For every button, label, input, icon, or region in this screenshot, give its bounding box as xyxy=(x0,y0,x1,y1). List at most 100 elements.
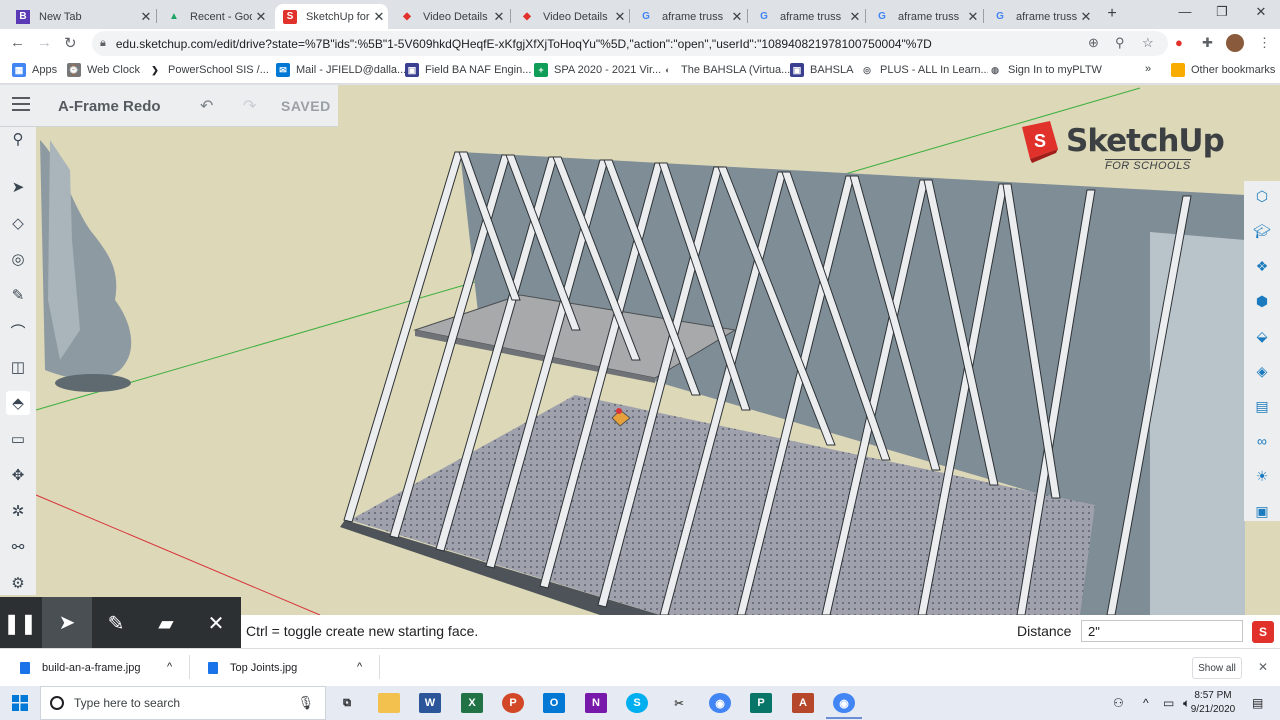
arc-tool-icon[interactable]: ⌒ xyxy=(6,319,30,343)
close-tab-icon[interactable]: ✕ xyxy=(252,9,270,25)
close-tab-icon[interactable]: ✕ xyxy=(370,9,388,25)
close-tab-icon[interactable]: ✕ xyxy=(728,9,746,25)
distance-input[interactable] xyxy=(1081,620,1243,642)
bookmark-apps[interactable]: ▦ Apps xyxy=(12,63,57,77)
move-tool-icon[interactable]: ✥ xyxy=(6,463,30,487)
close-icon[interactable]: ✕ xyxy=(201,610,231,636)
tab-sketchup[interactable]: S SketchUp for S ✕ xyxy=(275,4,388,29)
excel-icon[interactable]: X xyxy=(461,693,483,713)
paint-bucket-icon[interactable]: ◎ xyxy=(6,247,30,271)
tray-chevron-icon[interactable]: ^ xyxy=(1143,696,1149,710)
powerpoint-icon[interactable]: P xyxy=(502,693,524,713)
extensions-puzzle-icon[interactable]: ✚ xyxy=(1202,35,1213,51)
instructor-icon[interactable]: 🎓︎ xyxy=(1251,220,1273,242)
bookmark-mail[interactable]: ✉ Mail - JFIELD@dalla... xyxy=(276,63,406,77)
forward-icon[interactable]: → xyxy=(37,34,52,51)
close-tab-icon[interactable]: ✕ xyxy=(137,9,155,25)
download-item[interactable]: build-an-a-frame.jpg xyxy=(20,662,140,674)
publisher-icon[interactable]: P xyxy=(750,693,772,713)
network-icon[interactable]: ▭ xyxy=(1163,696,1174,710)
pencil-tool-icon[interactable]: ✎ xyxy=(6,283,30,307)
pen-icon[interactable]: ✎ xyxy=(101,610,131,636)
tab-aframe-truss-2[interactable]: G aframe truss ✕ xyxy=(749,4,864,29)
undo-icon[interactable]: ↶ xyxy=(200,96,213,116)
taskbar-search[interactable]: Type here to search 🎙︎ xyxy=(40,686,326,720)
tape-measure-icon[interactable]: ⚯ xyxy=(6,535,30,559)
new-tab-icon[interactable]: + xyxy=(1102,5,1122,23)
microphone-icon[interactable]: 🎙︎ xyxy=(297,695,314,711)
people-icon[interactable]: ⚇ xyxy=(1113,696,1124,710)
rotate-tool-icon[interactable]: ✲ xyxy=(6,499,30,523)
chrome-active-icon[interactable]: ◉ xyxy=(833,693,855,713)
hamburger-menu-icon[interactable] xyxy=(12,97,30,115)
close-window-icon[interactable]: ✕ xyxy=(1251,4,1271,20)
bookmark-bahsla[interactable]: ▣ BAHSLA xyxy=(790,63,853,77)
skype-icon[interactable]: S xyxy=(626,693,648,713)
solar-icon[interactable]: ☀ xyxy=(1251,465,1273,487)
highlighter-icon[interactable]: ▰ xyxy=(151,610,181,636)
tab-video-details-1[interactable]: ◆ Video Details ✕ xyxy=(392,4,508,29)
sketchup-corner-icon[interactable]: S xyxy=(1252,621,1274,643)
tab-recent-google-drive[interactable]: ▲ Recent - Goog ✕ xyxy=(159,4,270,29)
tags-icon[interactable]: ◈ xyxy=(1251,360,1273,382)
access-icon[interactable]: A xyxy=(792,693,814,713)
notifications-icon[interactable]: ▤ xyxy=(1252,696,1263,710)
show-all-button[interactable]: Show all xyxy=(1192,657,1242,679)
bookmark-field-ba[interactable]: ▣ Field BA NAF Engin... xyxy=(405,63,531,77)
eraser-tool-icon[interactable]: ◇ xyxy=(6,211,30,235)
entity-info-icon[interactable]: ⬡ xyxy=(1251,185,1273,207)
sketchup-viewport[interactable]: A-Frame Redo ↶ ↷ SAVED ⚲ ➤ ◇ ◎ ✎ ⌒ ◫ ⬘ ▭… xyxy=(0,85,1280,615)
push-pull-tool-icon[interactable]: ⬘ xyxy=(6,391,30,415)
minimize-icon[interactable]: — xyxy=(1175,4,1195,19)
maximize-icon[interactable]: ❐ xyxy=(1212,4,1232,20)
word-icon[interactable]: W xyxy=(419,693,441,713)
model-title[interactable]: A-Frame Redo xyxy=(58,98,161,115)
tab-aframe-truss-1[interactable]: G aframe truss ✕ xyxy=(631,4,746,29)
close-tab-icon[interactable]: ✕ xyxy=(846,9,864,25)
snipping-tool-icon[interactable]: ✂ xyxy=(668,693,690,713)
tab-aframe-truss-4[interactable]: G aframe truss ✕ xyxy=(985,4,1095,29)
tab-aframe-truss-3[interactable]: G aframe truss ✕ xyxy=(867,4,982,29)
orbit-tool-icon[interactable]: ⚙ xyxy=(6,571,30,595)
file-explorer-icon[interactable] xyxy=(378,693,400,713)
bookmark-spa[interactable]: + SPA 2020 - 2021 Vir... xyxy=(534,63,661,77)
outliner-icon[interactable]: ▣ xyxy=(1251,500,1273,522)
menu-dots-icon[interactable]: ⋮ xyxy=(1258,35,1271,51)
bookmark-plus[interactable]: ◎ PLUS - ALL In Learn... xyxy=(860,63,990,77)
close-tab-icon[interactable]: ✕ xyxy=(964,9,982,25)
bookmark-star-icon[interactable]: ☆ xyxy=(1142,35,1154,51)
close-tab-icon[interactable]: ✕ xyxy=(611,9,629,25)
display-glasses-icon[interactable]: ∞ xyxy=(1251,430,1273,452)
chrome-icon[interactable]: ◉ xyxy=(709,693,731,713)
search-icon[interactable]: ⚲ xyxy=(6,127,30,151)
address-bar[interactable]: 🔒︎ edu.sketchup.com/edit/drive?state=%7B… xyxy=(92,31,1168,56)
materials-icon[interactable]: ⬢ xyxy=(1251,290,1273,312)
components-icon[interactable]: ❖ xyxy=(1251,255,1273,277)
bookmark-web-clock[interactable]: ⌚ Web Clock xyxy=(67,63,140,77)
outlook-icon[interactable]: O xyxy=(543,693,565,713)
onenote-icon[interactable]: N xyxy=(585,693,607,713)
bookmark-mypltw[interactable]: ◍ Sign In to myPLTW xyxy=(988,63,1102,77)
pause-icon[interactable]: ❚❚ xyxy=(3,610,37,636)
redo-icon[interactable]: ↷ xyxy=(243,96,256,116)
task-view-icon[interactable]: ⧉ xyxy=(336,693,358,713)
bookmark-powerschool[interactable]: ❯ PowerSchool SIS /... xyxy=(148,63,269,77)
scenes-icon[interactable]: ▤ xyxy=(1251,395,1273,417)
reload-icon[interactable]: ↻ xyxy=(64,34,77,52)
profile-avatar[interactable] xyxy=(1226,34,1244,52)
taskbar-clock[interactable]: 8:57 PM 9/21/2020 xyxy=(1188,689,1238,717)
styles-icon[interactable]: ⬙ xyxy=(1251,325,1273,347)
other-bookmarks[interactable]: Other bookmarks xyxy=(1171,63,1275,77)
select-tool-icon[interactable]: ➤ xyxy=(6,175,30,199)
download-item[interactable]: Top Joints.jpg xyxy=(208,662,297,674)
more-bookmarks-button[interactable]: » xyxy=(1145,63,1151,75)
tab-video-details-2[interactable]: ◆ Video Details ✕ xyxy=(512,4,629,29)
chevron-up-icon[interactable]: ^ xyxy=(357,661,362,673)
offset-tool-icon[interactable]: ▭ xyxy=(6,427,30,451)
extension-record-icon[interactable]: ● xyxy=(1175,35,1183,50)
bookmark-bahsla-virtual[interactable]: ◐ The BAHSLA (Virtua... xyxy=(661,63,790,77)
close-tab-icon[interactable]: ✕ xyxy=(1077,9,1095,25)
back-icon[interactable]: ← xyxy=(10,34,25,51)
zoom-icon[interactable]: ⚲ xyxy=(1115,35,1125,51)
shape-tool-icon[interactable]: ◫ xyxy=(6,355,30,379)
